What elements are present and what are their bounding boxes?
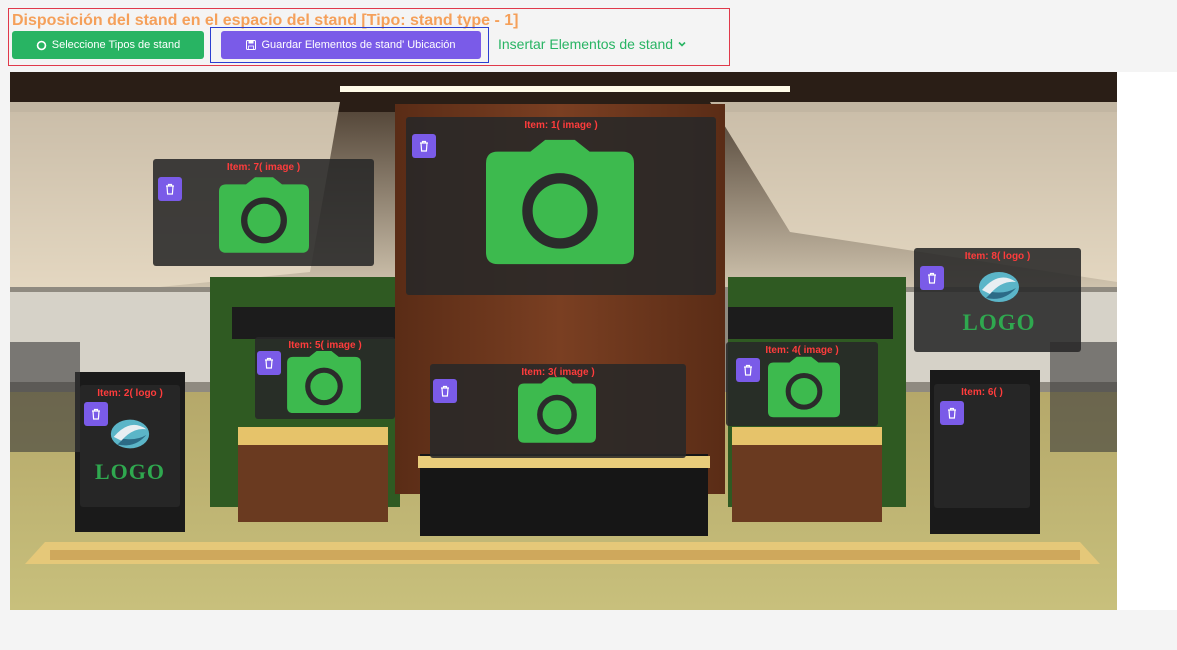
logo-swirl-icon [110, 419, 150, 449]
trash-icon [948, 407, 956, 419]
save-stand-elements-label: Guardar Elementos de stand' Ubicación [261, 39, 456, 51]
stand-item-7[interactable]: Item: 7( image ) [153, 159, 374, 266]
stand-item-5[interactable]: Item: 5( image ) [255, 337, 395, 419]
trash-icon [166, 183, 174, 195]
insert-stand-elements-dropdown[interactable]: Insertar Elementos de stand [498, 36, 687, 52]
camera-icon [768, 356, 840, 418]
floppy-disk-icon [246, 40, 257, 50]
select-stand-types-button[interactable]: Seleccione Tipos de stand [12, 31, 204, 59]
item-7-delete-button[interactable] [158, 177, 182, 201]
item-6-label: Item: 6( ) [961, 387, 1003, 398]
item-6-delete-button[interactable] [940, 401, 964, 425]
trash-icon [744, 364, 752, 376]
stand-item-3[interactable]: Item: 3( image ) [430, 364, 686, 458]
item-1-label: Item: 1( image ) [524, 120, 598, 131]
circle-icon [36, 40, 47, 50]
logo-swirl-icon [979, 272, 1019, 302]
item-4-delete-button[interactable] [736, 358, 760, 382]
item-5-label: Item: 5( image ) [288, 340, 362, 351]
trash-icon [265, 357, 273, 369]
trash-icon [928, 272, 936, 284]
stand-item-8[interactable]: Item: 8( logo ) LOGO [914, 248, 1081, 352]
item-8-delete-button[interactable] [920, 266, 944, 290]
item-7-label: Item: 7( image ) [226, 162, 301, 173]
item-4-label: Item: 4( image ) [765, 345, 839, 356]
right-panel [1117, 72, 1177, 610]
stand-item-1[interactable]: Item: 1( image ) [406, 117, 716, 295]
camera-icon [219, 177, 309, 253]
save-stand-elements-button[interactable]: Guardar Elementos de stand' Ubicación [221, 31, 481, 59]
trash-icon [420, 140, 428, 152]
stand-item-4[interactable]: Item: 4( image ) [726, 342, 878, 426]
insert-stand-elements-label: Insertar Elementos de stand [498, 36, 674, 52]
item-8-label: Item: 8( logo ) [964, 251, 1031, 262]
logo-image: LOGO [90, 415, 170, 485]
stand-canvas: Item: 7( image ) Item: 1( image ) Item: … [10, 72, 1117, 610]
camera-icon [287, 351, 361, 413]
logo-text: LOGO [962, 310, 1036, 335]
logo-text: LOGO [94, 459, 165, 484]
trash-icon [441, 385, 449, 397]
camera-icon [486, 139, 634, 265]
camera-icon [518, 377, 596, 443]
stand-item-6[interactable]: Item: 6( ) [934, 384, 1030, 508]
chevron-down-icon [678, 41, 686, 47]
logo-image: LOGO [959, 268, 1039, 336]
item-1-delete-button[interactable] [412, 134, 436, 158]
item-2-label: Item: 2( logo ) [97, 388, 163, 399]
stand-item-2[interactable]: Item: 2( logo ) LOGO [80, 385, 180, 507]
select-stand-types-label: Seleccione Tipos de stand [51, 39, 181, 51]
item-5-delete-button[interactable] [257, 351, 281, 375]
item-3-delete-button[interactable] [433, 379, 457, 403]
